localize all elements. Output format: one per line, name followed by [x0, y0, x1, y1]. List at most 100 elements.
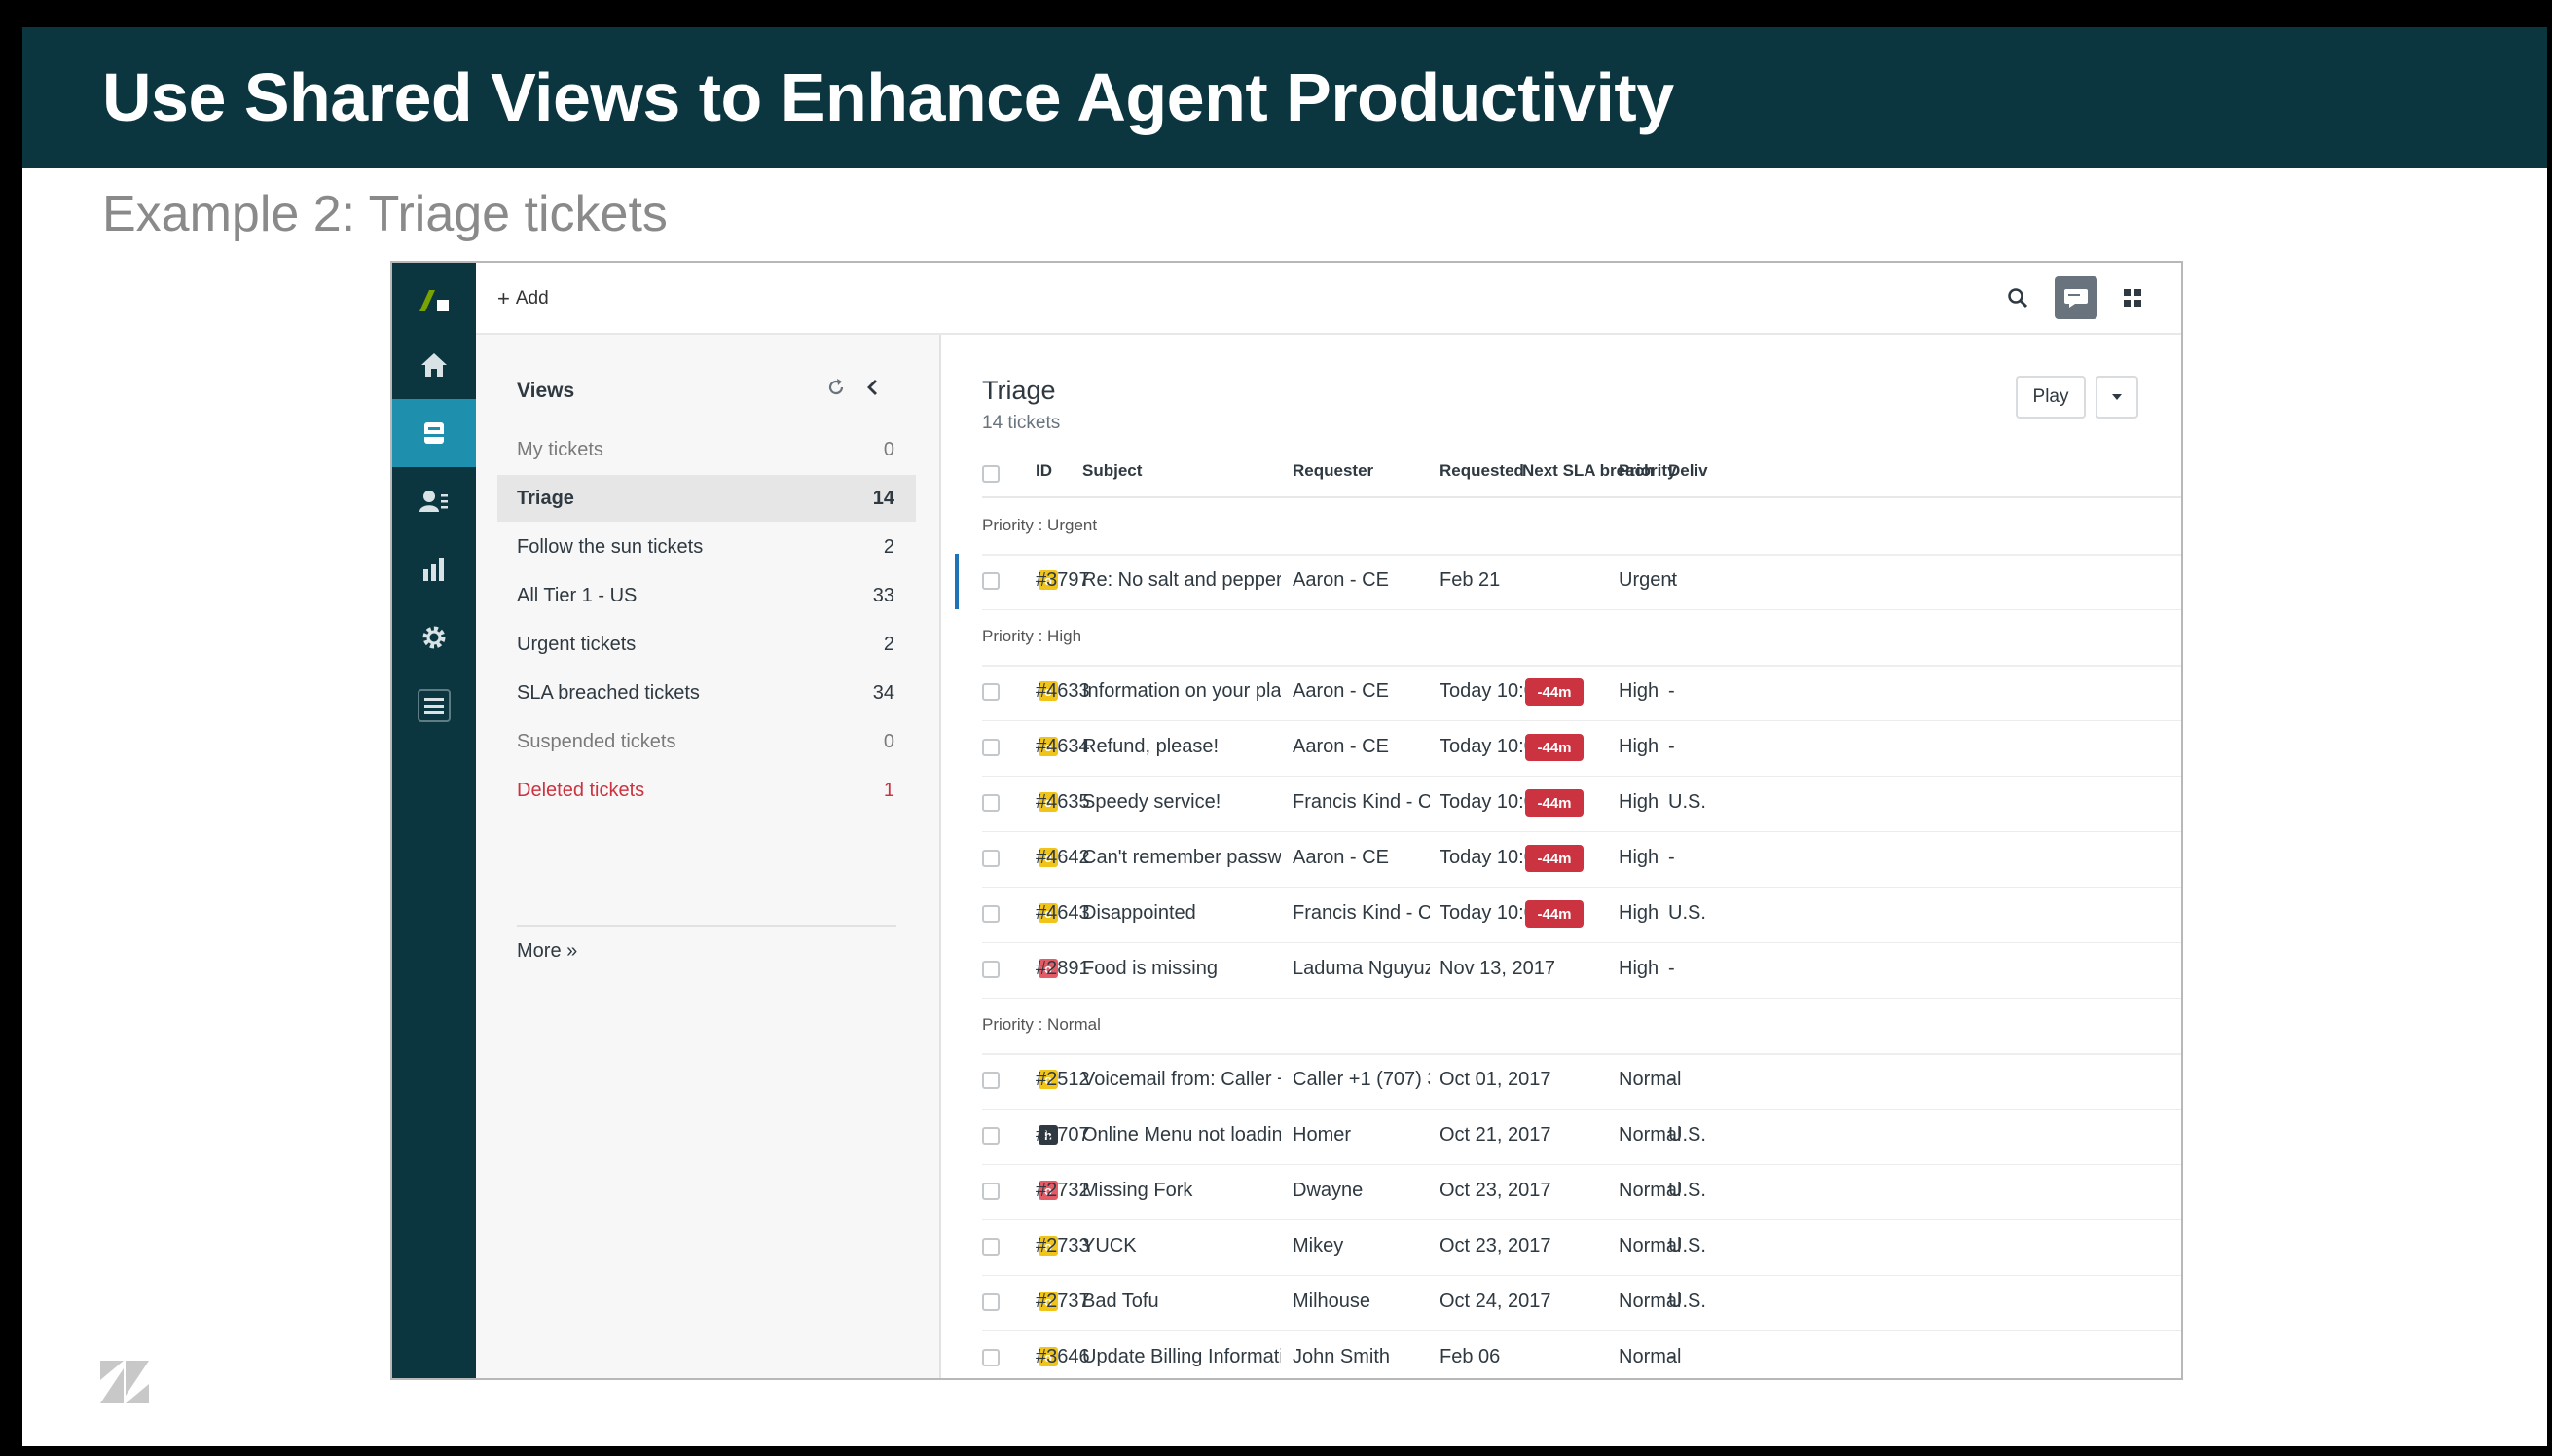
ticket-row[interactable]: o#4643DisappointedFrancis Kind - CEToday…: [941, 887, 2181, 942]
ticket-delivery: U.S.: [1668, 791, 1706, 813]
plus-icon: +: [497, 286, 510, 310]
ticket-subject[interactable]: Information on your plans: [1082, 680, 1281, 703]
ticket-subject[interactable]: Online Menu not loading: [1082, 1124, 1281, 1147]
view-count: 33: [872, 585, 894, 606]
views-panel: Views My tickets 0 Triage 14 Follow the sun …: [476, 335, 941, 1378]
sla-breach-badge: -44m: [1525, 900, 1584, 928]
nav-admin[interactable]: [392, 603, 476, 672]
row-checkbox[interactable]: [982, 683, 1000, 701]
ticket-subject[interactable]: Speedy service!: [1082, 791, 1281, 814]
view-item[interactable]: Triage 14: [497, 475, 916, 522]
apps-button[interactable]: [2111, 276, 2154, 319]
ticket-subject[interactable]: Voicemail from: Caller +1 (707) 34...: [1082, 1069, 1281, 1091]
ticket-subject[interactable]: Food is missing: [1082, 958, 1281, 980]
view-item[interactable]: Deleted tickets 1: [497, 767, 916, 814]
row-checkbox[interactable]: [982, 1127, 1000, 1145]
column-header-id[interactable]: ID: [1036, 461, 1052, 481]
column-header-subject[interactable]: Subject: [1082, 461, 1142, 481]
play-button[interactable]: Play: [2016, 376, 2086, 419]
row-checkbox[interactable]: [982, 1293, 1000, 1311]
ticket-requester: Aaron - CE: [1293, 736, 1389, 757]
view-item[interactable]: Follow the sun tickets 2: [497, 524, 916, 570]
row-checkbox[interactable]: [982, 1238, 1000, 1256]
admin-gear-icon: [422, 626, 446, 649]
ticket-subject[interactable]: Disappointed: [1082, 902, 1281, 925]
ticket-row[interactable]: o#2512Voicemail from: Caller +1 (707) 34…: [941, 1053, 2181, 1109]
view-count: 2: [883, 536, 894, 558]
row-divider: [982, 998, 2181, 999]
ticket-row[interactable]: o#4635Speedy service!Francis Kind - CETo…: [941, 776, 2181, 831]
row-checkbox[interactable]: [982, 572, 1000, 590]
ticket-requester: Dwayne: [1293, 1180, 1364, 1201]
profile-button[interactable]: [2177, 276, 2181, 319]
view-item[interactable]: My tickets 0: [497, 426, 916, 473]
ticket-requested: Oct 21, 2017: [1440, 1124, 1551, 1146]
ticket-subject[interactable]: Re: No salt and pepper shakers?: [1082, 569, 1281, 592]
ticket-row[interactable]: o #2733 YUCK Mikey Oct 23, 2017 Normal U.S.: [941, 1219, 2181, 1275]
ticket-row[interactable]: o #4634 Refund, please! Aaron - CE Today 10:…: [941, 720, 2181, 776]
sla-breach-badge: -44m: [1525, 734, 1584, 761]
add-button[interactable]: + Add: [497, 288, 549, 309]
view-count: 0: [883, 731, 894, 752]
more-views-link[interactable]: More »: [517, 940, 577, 963]
ticket-row[interactable]: o #2737 Bad Tofu Milhouse Oct 24, 2017 Normal…: [941, 1275, 2181, 1330]
views-divider: [517, 925, 896, 927]
row-checkbox[interactable]: [982, 961, 1000, 978]
ticket-row[interactable]: o#4642Can't remember passwordAaron - CET…: [941, 831, 2181, 887]
nav-customers[interactable]: [392, 467, 476, 535]
views-icon: [424, 422, 444, 444]
ticket-priority: High: [1619, 958, 1659, 979]
view-item[interactable]: All Tier 1 - US 33: [497, 572, 916, 619]
collapse-chevron-icon[interactable]: [865, 378, 881, 397]
nav-home[interactable]: [392, 331, 476, 399]
select-all-checkbox[interactable]: [982, 465, 1000, 483]
ticket-requester: Aaron - CE: [1293, 680, 1389, 702]
view-options-button[interactable]: [2096, 376, 2138, 419]
ticket-row[interactable]: h #2707 Online Menu not loading Homer Oct 21…: [941, 1109, 2181, 1164]
column-header-requested[interactable]: Requested: [1440, 461, 1524, 481]
row-checkbox[interactable]: [982, 1072, 1000, 1089]
ticket-delivery: U.S.: [1668, 902, 1706, 924]
row-checkbox[interactable]: [982, 905, 1000, 923]
row-checkbox[interactable]: [982, 739, 1000, 756]
view-item[interactable]: Urgent tickets 2: [497, 621, 916, 668]
ticket-subject[interactable]: Update Billing Information: [1082, 1346, 1281, 1368]
ticket-requested: Oct 01, 2017: [1440, 1069, 1551, 1090]
conversations-button[interactable]: [2055, 276, 2097, 319]
refresh-icon[interactable]: [826, 378, 846, 397]
nav-reporting[interactable]: [392, 535, 476, 603]
row-checkbox[interactable]: [982, 1183, 1000, 1200]
ticket-row[interactable]: o#3797Re: No salt and pepper shakers?Aar…: [941, 554, 2181, 609]
ticket-subject[interactable]: Refund, please!: [1082, 736, 1281, 758]
view-item[interactable]: Suspended tickets 0: [497, 718, 916, 765]
search-button[interactable]: [1996, 276, 2039, 319]
ticket-subject[interactable]: Can't remember password: [1082, 847, 1281, 869]
row-checkbox[interactable]: [982, 794, 1000, 812]
ticket-row[interactable]: o #2732 Missing Fork Dwayne Oct 23, 2017 Norm…: [941, 1164, 2181, 1219]
row-checkbox[interactable]: [982, 850, 1000, 867]
view-item[interactable]: SLA breached tickets 34: [497, 670, 916, 716]
view-label: Deleted tickets: [517, 780, 645, 801]
ticket-requester: John Smith: [1293, 1346, 1391, 1367]
ticket-requester: Mikey: [1293, 1235, 1344, 1256]
ticket-requester: Aaron - CE: [1293, 847, 1389, 868]
slide-title: Use Shared Views to Enhance Agent Produc…: [102, 59, 1674, 135]
ticket-subject[interactable]: YUCK: [1082, 1235, 1281, 1257]
column-header-requester[interactable]: Requester: [1293, 461, 1373, 481]
nav-menu[interactable]: [392, 672, 476, 740]
row-checkbox[interactable]: [982, 1349, 1000, 1366]
ticket-row[interactable]: o#2891Food is missingLaduma NguyuzaNov 1…: [941, 942, 2181, 998]
ticket-delivery: -: [1668, 847, 1675, 868]
nav-views[interactable]: [392, 399, 476, 467]
column-header-delivery[interactable]: Deliv: [1668, 461, 1708, 481]
conversations-icon: [2064, 289, 2088, 308]
view-count: 34: [872, 682, 894, 704]
ticket-row[interactable]: o #4633 Information on your plans Aaron - C…: [941, 665, 2181, 720]
view-label: SLA breached tickets: [517, 682, 700, 704]
ticket-row[interactable]: o#3646Update Billing InformationJohn Smi…: [941, 1330, 2181, 1378]
ticket-requested: Feb 06: [1440, 1346, 1501, 1367]
ticket-delivery: -: [1668, 1069, 1675, 1090]
ticket-subject[interactable]: Bad Tofu: [1082, 1291, 1281, 1313]
ticket-subject[interactable]: Missing Fork: [1082, 1180, 1281, 1202]
view-count: 2: [883, 634, 894, 655]
